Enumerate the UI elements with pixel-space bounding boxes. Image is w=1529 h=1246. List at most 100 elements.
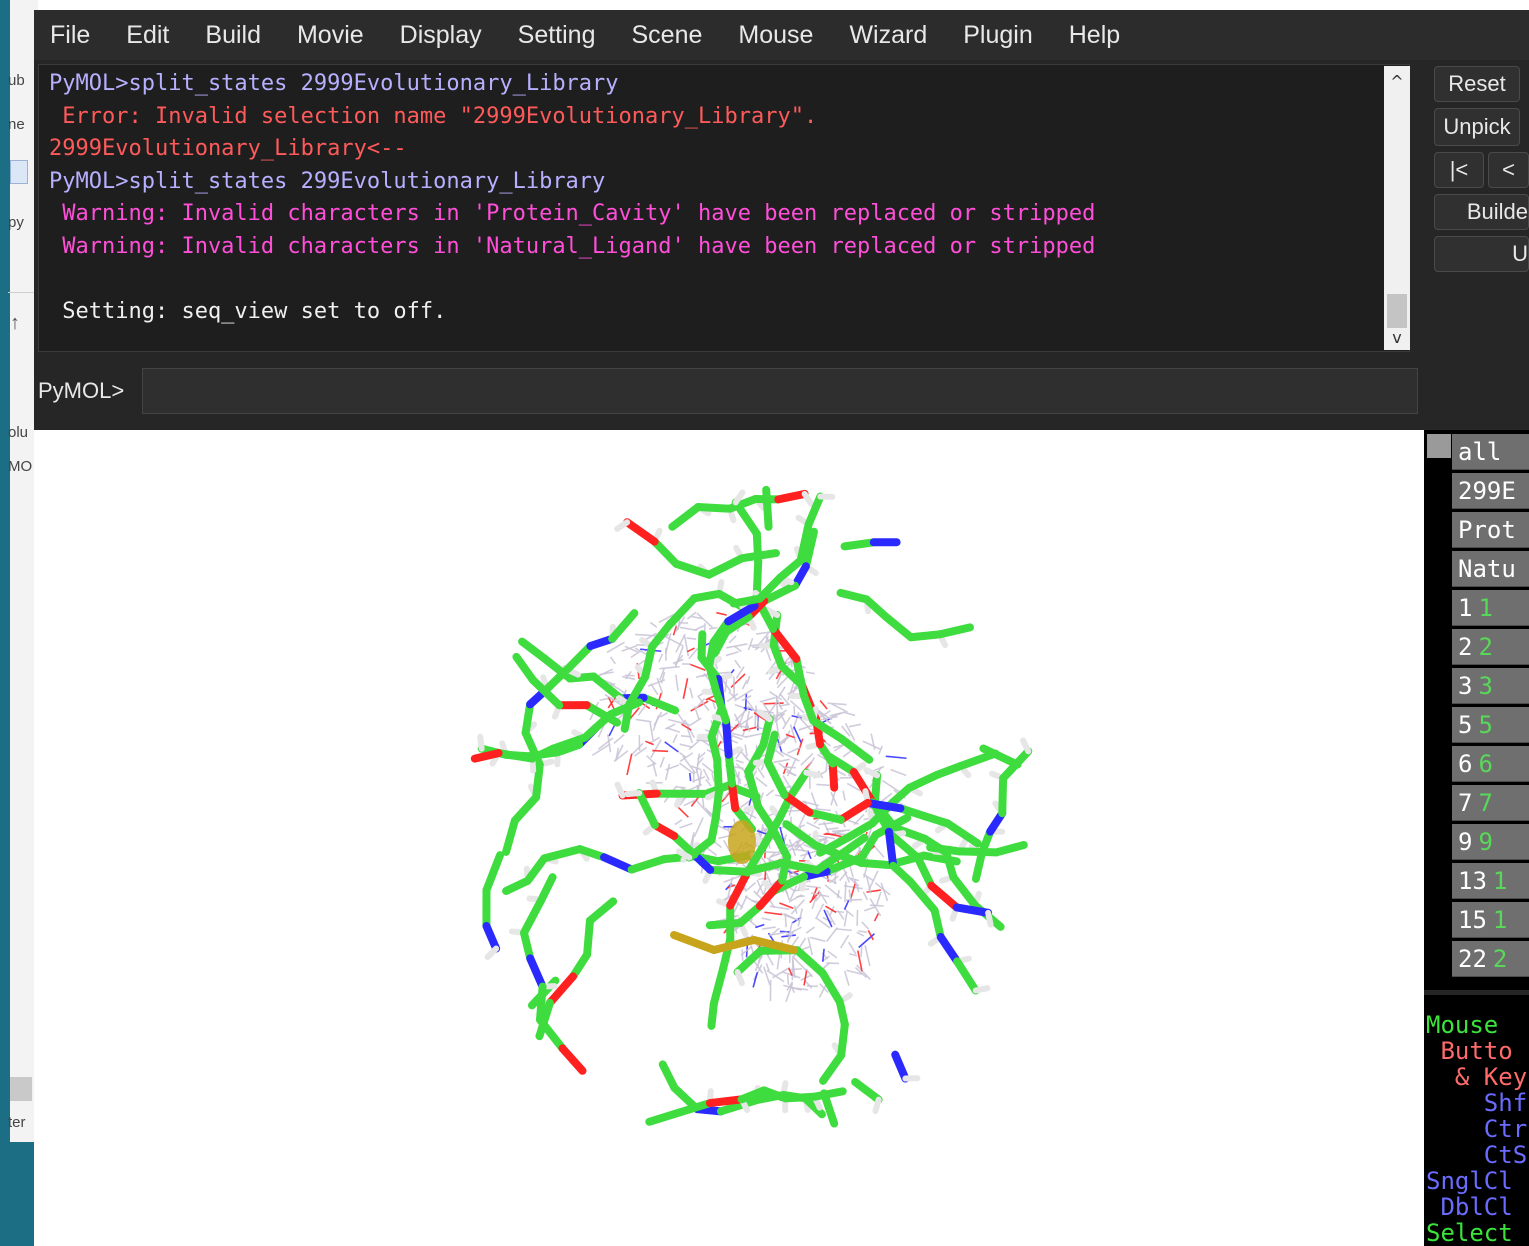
console-line: Warning: Invalid characters in 'Natural_… (49, 233, 1096, 259)
object-scrollbar-thumb[interactable] (1427, 434, 1451, 458)
scroll-down-arrow-icon[interactable]: v (1384, 328, 1410, 347)
object-name: 15 (1458, 906, 1487, 934)
mouse-panel-line: DblCl (1426, 1193, 1513, 1221)
molecule-render[interactable] (34, 430, 1424, 1246)
object-row[interactable]: 55 (1452, 707, 1529, 743)
background-text-fragment: ne (8, 116, 25, 133)
mouse-panel-line: SnglCl (1426, 1167, 1513, 1195)
protein-sticks (470, 485, 1033, 1128)
object-state: 1 (1478, 594, 1493, 622)
mouse-panel-line: CtS (1426, 1141, 1528, 1169)
object-row[interactable]: 22 (1452, 629, 1529, 665)
console-line: 2999Evolutionary_Library<-- (49, 136, 407, 161)
object-panel: all 299E Prot Natu 1 1 2 2 3 3 5 5 6 6 7 7 9 9 13 1 15 1 22 2 (1424, 430, 1529, 990)
object-name: Prot (1458, 516, 1516, 544)
object-state: 1 (1492, 906, 1508, 934)
object-row[interactable]: 299E (1452, 473, 1529, 509)
menu-item[interactable]: File (50, 21, 90, 50)
object-row[interactable]: 33 (1452, 668, 1529, 704)
menu-item[interactable]: Mouse (738, 21, 813, 50)
menu-item[interactable]: Help (1069, 21, 1120, 50)
menu-item[interactable]: Wizard (849, 21, 927, 50)
object-state: 5 (1478, 711, 1493, 739)
object-name: 5 (1458, 711, 1473, 739)
object-row[interactable]: all (1452, 434, 1529, 470)
command-prompt-label: PyMOL> (38, 378, 125, 403)
menu-bar: File Edit Build Movie Display Setting Scene Mou… (34, 10, 1529, 60)
object-row[interactable]: 15 1 (1452, 902, 1529, 938)
pymol-window: File Edit Build Movie Display Setting Scene Mou… (34, 10, 1529, 1246)
console-scrollbar[interactable]: ^ v (1384, 66, 1410, 350)
taskbar-segment (10, 1142, 34, 1246)
molecular-viewer[interactable] (34, 430, 1424, 1246)
console-line: Setting: seq_view set to off. (49, 298, 447, 324)
builder-button[interactable]: Builde (1434, 194, 1529, 230)
back-button[interactable]: < (1488, 152, 1529, 188)
console-line: Error: Invalid selection name "2999Evolu… (49, 103, 818, 129)
menu-item[interactable]: Display (400, 21, 482, 50)
object-name: 13 (1458, 867, 1487, 895)
mouse-panel-line: Butto (1426, 1037, 1513, 1065)
object-row[interactable]: 77 (1452, 785, 1529, 821)
object-state: 2 (1478, 633, 1493, 661)
background-desktop-strip: ub ne py ↑ olu MO ter (0, 0, 38, 1246)
background-text-fragment: olu (8, 424, 29, 441)
background-text-fragment: ub (8, 72, 25, 89)
mouse-panel-line: Ctr (1426, 1115, 1528, 1143)
object-row[interactable]: 13 1 (1452, 863, 1529, 899)
mouse-panel-line: Shf (1426, 1089, 1528, 1117)
output-console: PyMOL>split_states 2999Evolutionary_Libr… (38, 64, 1410, 352)
file-icon (10, 160, 28, 184)
object-row[interactable]: 66 (1452, 746, 1529, 782)
menu-item[interactable]: Plugin (963, 21, 1033, 50)
rewind-button[interactable]: |< (1434, 152, 1484, 188)
control-button-panel: Reset Unpick |< < Builde U (1430, 64, 1529, 424)
menu-item[interactable]: Movie (297, 21, 364, 50)
object-name: 22 (1458, 945, 1487, 973)
u-button[interactable]: U (1434, 236, 1529, 272)
up-arrow-icon[interactable]: ↑ (10, 312, 20, 335)
menu-item[interactable]: Edit (126, 21, 169, 50)
scrollbar-thumb[interactable] (10, 1077, 32, 1101)
taskbar-edge (0, 0, 10, 1246)
object-state: 7 (1478, 789, 1493, 817)
mouse-panel-line: Mouse (1426, 1011, 1499, 1039)
object-row[interactable]: 11 (1452, 590, 1529, 626)
object-name: 299E (1458, 477, 1516, 505)
unpick-button[interactable]: Unpick (1434, 108, 1520, 146)
scroll-up-arrow-icon[interactable]: ^ (1384, 72, 1410, 91)
reset-button[interactable]: Reset (1434, 66, 1520, 102)
object-state: 3 (1478, 672, 1493, 700)
object-name: Natu (1458, 555, 1516, 583)
object-name: 3 (1458, 672, 1473, 700)
object-row[interactable]: Prot (1452, 512, 1529, 548)
console-line: PyMOL>split_states 2999Evolutionary_Libr… (49, 71, 619, 96)
mouse-panel-line: & Key (1426, 1063, 1528, 1091)
object-row[interactable]: 22 2 (1452, 941, 1529, 977)
object-name: 1 (1458, 594, 1473, 622)
scrollbar-thumb[interactable] (1387, 294, 1407, 328)
object-state: 9 (1478, 828, 1493, 856)
object-state: 2 (1492, 945, 1508, 973)
object-name: 7 (1458, 789, 1473, 817)
menu-item[interactable]: Build (205, 21, 261, 50)
object-name: 6 (1458, 750, 1473, 778)
mouse-mode-panel: Mouse Butto & Key Shf Ctr CtS SnglCl DblC… (1424, 995, 1529, 1246)
object-name: 2 (1458, 633, 1473, 661)
background-text-fragment: MO (8, 458, 33, 475)
console-line: PyMOL>split_states 299Evolutionary_Libra… (49, 168, 606, 194)
mouse-panel-line: Select (1426, 1219, 1513, 1246)
background-text-fragment: ter (8, 1114, 26, 1131)
background-text-fragment: py (8, 214, 24, 231)
object-name: 9 (1458, 828, 1473, 856)
command-row: PyMOL> (34, 360, 1424, 420)
object-state: 1 (1492, 867, 1508, 895)
console-line: Warning: Invalid characters in 'Protein_… (49, 201, 1096, 226)
command-input[interactable] (142, 368, 1418, 414)
object-row[interactable]: Natu (1452, 551, 1529, 587)
menu-item[interactable]: Scene (632, 21, 703, 50)
object-name: all (1458, 438, 1502, 466)
object-row[interactable]: 99 (1452, 824, 1529, 860)
object-state: 6 (1478, 750, 1493, 778)
menu-item[interactable]: Setting (518, 21, 596, 50)
